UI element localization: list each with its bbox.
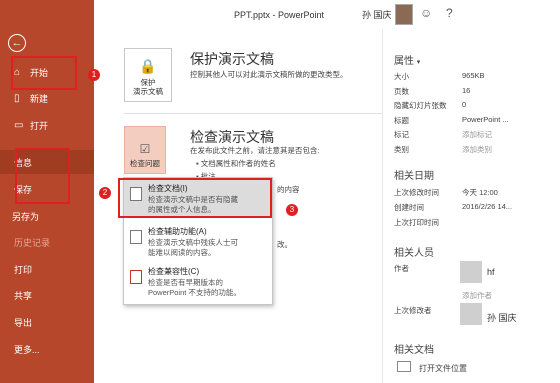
inspect-partial-text: 的内容 xyxy=(277,185,300,194)
sidebar-item-label: 打开 xyxy=(30,120,49,131)
annotation-badge: 3 xyxy=(286,204,298,216)
date-key: 创建时间 xyxy=(394,203,424,212)
highlight-box-info-save xyxy=(15,148,70,204)
property-key: 标记 xyxy=(394,130,409,139)
inspect-title: 检查演示文稿 xyxy=(190,129,274,145)
property-value: 16 xyxy=(462,86,471,95)
inspect-tile-label: 检查问题 xyxy=(130,159,160,168)
sidebar-item-history[interactable]: 历史记录 xyxy=(0,230,94,254)
sidebar-item-label: 另存为 xyxy=(12,211,40,222)
user-avatar[interactable] xyxy=(395,4,413,25)
menu-item-compatibility[interactable]: 检查兼容性(C) 检查是否有早期版本的 PowerPoint 不支持的功能。 xyxy=(124,263,272,301)
menu-item-title: 检查兼容性(C) xyxy=(148,267,200,276)
menu-item-accessibility[interactable]: 检查辅助功能(A) 检查演示文稿中残疾人士可 能难以阅读的内容。 xyxy=(124,223,272,261)
menu-item-desc: 检查是否有早期版本的 xyxy=(148,277,223,287)
sidebar-item-label: 导出 xyxy=(14,317,33,328)
sidebar-item-export[interactable]: 导出 xyxy=(0,310,94,334)
modifier-name[interactable]: 孙 国庆 xyxy=(487,311,517,324)
modifier-avatar xyxy=(460,303,482,325)
menu-item-desc: 能难以阅读的内容。 xyxy=(148,247,216,257)
add-author-link[interactable]: 添加作者 xyxy=(462,290,492,301)
sidebar-item-more[interactable]: 更多... xyxy=(0,337,94,361)
add-tag-field[interactable]: 添加标记 xyxy=(462,129,492,140)
add-category-field[interactable]: 添加类别 xyxy=(462,144,492,155)
date-key: 上次打印时间 xyxy=(394,218,439,227)
user-name[interactable]: 孙 国庆 xyxy=(362,8,392,21)
divider xyxy=(124,113,382,114)
open-file-location-link[interactable]: 打开文件位置 xyxy=(419,363,467,374)
protect-tile-label-2: 演示文稿 xyxy=(133,87,163,96)
accessibility-icon xyxy=(130,230,142,244)
properties-header-text: 属性 xyxy=(394,56,414,67)
property-key: 标题 xyxy=(394,116,409,125)
property-value[interactable]: PowerPoint ... xyxy=(462,115,509,124)
chevron-down-icon: ▾ xyxy=(416,59,421,66)
protect-presentation-button[interactable]: 🔒 保护 演示文稿 xyxy=(124,48,172,102)
property-key: 大小 xyxy=(394,72,409,81)
sidebar-item-share[interactable]: 共享 xyxy=(0,283,94,307)
property-key: 隐藏幻灯片张数 xyxy=(394,101,447,110)
date-key: 上次修改时间 xyxy=(394,188,439,197)
inspect-doc-icon: ☑ xyxy=(139,141,151,156)
property-value: 965KB xyxy=(462,71,485,80)
highlight-box-home xyxy=(11,56,77,90)
sidebar-item-save-as[interactable]: 另存为 xyxy=(0,204,94,228)
sidebar-item-label: 历史记录 xyxy=(14,237,51,248)
help-icon[interactable]: ? xyxy=(446,6,453,20)
sidebar-item-print[interactable]: 打印 xyxy=(0,257,94,281)
inspect-description: 在发布此文件之前，请注意其是否包含: xyxy=(190,146,320,155)
author-name[interactable]: hf xyxy=(487,267,495,277)
smiley-feedback-icon[interactable]: ☺ xyxy=(420,6,432,20)
sidebar-item-label: 更多... xyxy=(14,344,40,355)
modified-label: 上次修改者 xyxy=(394,306,432,315)
inspect-partial-text-2: 改。 xyxy=(277,240,292,249)
annotation-badge: 1 xyxy=(88,69,100,81)
author-label: 作者 xyxy=(394,264,409,273)
menu-item-title: 检查辅助功能(A) xyxy=(148,227,207,236)
new-doc-icon: ▯ xyxy=(14,92,20,104)
property-key: 类别 xyxy=(394,145,409,154)
lock-icon: 🔒 xyxy=(139,58,157,75)
sidebar-item-label: 新建 xyxy=(30,93,49,104)
inspect-bullet: ▪ 文档属性和作者的姓名 xyxy=(196,159,276,168)
author-avatar xyxy=(460,261,482,283)
menu-item-desc: PowerPoint 不支持的功能。 xyxy=(148,287,241,297)
compatibility-icon xyxy=(130,270,142,284)
people-header: 相关人员 xyxy=(394,248,434,259)
protect-tile-label: 保护 xyxy=(140,78,156,87)
sidebar-item-label: 打印 xyxy=(14,264,33,275)
bullet-text: 文档属性和作者的姓名 xyxy=(200,159,276,168)
dates-header: 相关日期 xyxy=(394,171,434,182)
annotation-badge: 2 xyxy=(99,187,111,199)
property-value: 0 xyxy=(462,100,467,109)
date-value: 今天 12:00 xyxy=(462,188,498,197)
properties-header[interactable]: 属性 ▾ xyxy=(394,52,420,67)
folder-icon: ▭ xyxy=(14,119,24,131)
highlight-box-inspect-document xyxy=(118,178,272,218)
sidebar-item-label: 共享 xyxy=(14,290,33,301)
back-arrow-icon[interactable]: ← xyxy=(8,34,26,52)
document-title: PPT.pptx - PowerPoint xyxy=(234,10,325,20)
protect-description: 控制其他人可以对此演示文稿所做的更改类型。 xyxy=(190,70,348,79)
property-key: 页数 xyxy=(394,87,409,96)
pane-divider xyxy=(382,30,383,383)
title-bar: PPT.pptx - PowerPoint 孙 国庆 ☺ ? xyxy=(94,0,560,30)
protect-title: 保护演示文稿 xyxy=(190,51,274,67)
sidebar-item-open[interactable]: ▭ 打开 xyxy=(0,113,94,137)
inspect-issues-button[interactable]: ☑ 检查问题 xyxy=(124,126,166,174)
folder-icon xyxy=(397,361,411,372)
menu-item-desc: 检查演示文稿中残疾人士可 xyxy=(148,237,238,247)
date-value: 2016/2/26 14... xyxy=(462,202,513,211)
related-docs-header: 相关文档 xyxy=(394,345,434,356)
